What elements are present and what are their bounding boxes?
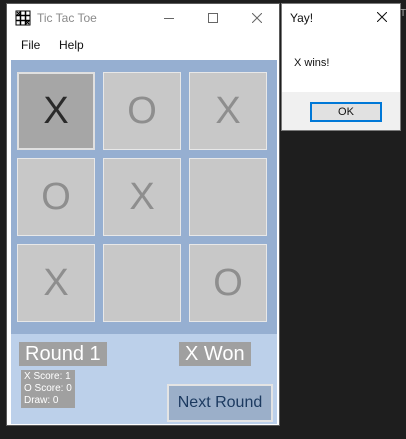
title-bar: Tic Tac Toe — [7, 4, 279, 32]
dialog-message: X wins! — [294, 57, 330, 69]
status-panel: Round 1 X Won X Score: 1 O Score: 0 Draw… — [11, 334, 277, 424]
x-score-label: X Score: 1 — [24, 371, 71, 382]
close-button[interactable] — [235, 4, 279, 32]
maximize-icon — [208, 13, 218, 23]
next-round-button[interactable]: Next Round — [167, 384, 273, 422]
grid-icon — [15, 10, 31, 26]
main-window: Tic Tac Toe File Help X O X O X X O Roun… — [7, 4, 279, 425]
maximize-button[interactable] — [191, 4, 235, 32]
score-box: X Score: 1 O Score: 0 Draw: 0 — [21, 370, 75, 408]
menu-file[interactable]: File — [21, 38, 40, 52]
round-label: Round 1 — [19, 342, 107, 366]
board-cell-9[interactable]: O — [189, 244, 267, 322]
offscreen-window-fragment: T — [400, 8, 406, 19]
result-label: X Won — [179, 342, 251, 366]
menu-help[interactable]: Help — [59, 38, 84, 52]
board-cell-7[interactable]: X — [17, 244, 95, 322]
board-cell-5[interactable]: X — [103, 158, 181, 236]
dialog-close-button[interactable] — [364, 4, 400, 30]
game-board: X O X O X X O — [11, 60, 277, 334]
close-icon — [252, 13, 262, 23]
draw-label: Draw: 0 — [24, 395, 59, 406]
minimize-button[interactable] — [147, 4, 191, 32]
dialog-footer: OK — [282, 92, 400, 130]
dialog-title: Yay! — [290, 11, 314, 25]
minimize-icon — [164, 18, 174, 19]
menu-bar: File Help — [7, 32, 279, 58]
win-dialog: Yay! X wins! OK — [282, 4, 400, 130]
o-score-label: O Score: 0 — [24, 383, 72, 394]
board-cell-3[interactable]: X — [189, 72, 267, 150]
board-cell-1[interactable]: X — [17, 72, 95, 150]
window-title: Tic Tac Toe — [37, 11, 97, 25]
close-icon — [377, 12, 387, 22]
board-cell-4[interactable]: O — [17, 158, 95, 236]
ok-button[interactable]: OK — [310, 102, 382, 122]
board-cell-2[interactable]: O — [103, 72, 181, 150]
board-cell-6[interactable] — [189, 158, 267, 236]
board-cell-8[interactable] — [103, 244, 181, 322]
